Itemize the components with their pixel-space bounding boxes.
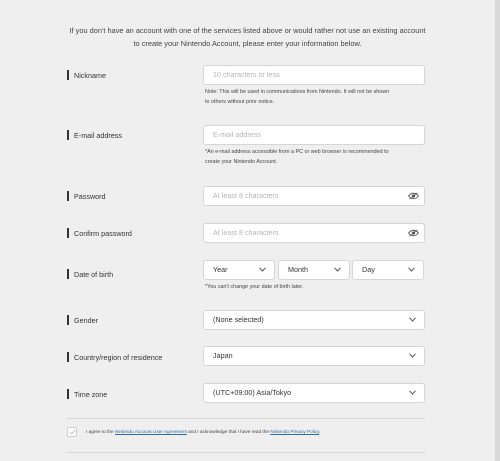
intro-line-1: If you don't have an account with one of… [69,26,426,35]
nickname-note-line-2: to others without prior notice. [205,98,275,105]
country-label: Country/region of residence [67,352,162,362]
privacy-policy-link[interactable]: Nintendo Privacy Policy [270,429,319,434]
dob-day-value: Day [362,265,375,274]
user-agreement-link[interactable]: Nintendo Account User Agreement [115,429,187,434]
dob-day-select[interactable]: Day [352,260,424,280]
confirm-password-placeholder: At least 8 characters [213,228,279,237]
dob-month-value: Month [288,265,308,274]
chevron-down-icon [408,267,415,272]
country-value: Japan [213,351,233,360]
email-label: E-mail address [67,130,122,140]
agree-checkbox[interactable] [67,427,77,437]
password-label: Password [67,191,106,201]
timezone-label: Time zone [67,389,107,399]
password-placeholder: At least 8 characters [213,191,279,200]
dob-month-select[interactable]: Month [278,260,350,280]
nickname-label: Nickname [67,70,106,80]
intro-text: If you don't have an account with one of… [60,24,435,50]
page-edge [495,0,500,461]
agreement-text: I agree to the Nintendo Account User Agr… [86,429,320,434]
confirm-password-label: Confirm password [67,228,132,238]
agreement-prefix: I agree to the [86,429,115,434]
password-field[interactable]: At least 8 characters [203,186,425,206]
dob-year-value: Year [213,265,228,274]
dob-note: *You can't change your date of birth lat… [205,284,304,290]
nickname-placeholder: 10 characters or less [213,70,280,79]
nickname-input[interactable]: 10 characters or less [203,65,425,85]
email-field[interactable]: E-mail address [203,125,425,145]
email-placeholder: E-mail address [213,130,261,139]
email-note: *An e-mail address accessible from a PC … [205,148,430,167]
email-note-line-1: *An e-mail address accessible from a PC … [205,149,389,155]
eye-icon[interactable] [408,229,419,237]
chevron-down-icon [259,267,266,272]
chevron-down-icon [409,390,416,395]
gender-select[interactable]: (None selected) [203,310,425,330]
check-icon [69,429,76,435]
gender-label: Gender [67,315,98,325]
divider [67,452,425,453]
confirm-password-field[interactable]: At least 8 characters [203,223,425,243]
agreement-middle: and I acknowledge that I have read the [186,429,271,434]
timezone-value: (UTC+09:00) Asia/Tokyo [213,388,292,397]
email-note-line-2: create your Nintendo Account. [205,158,278,165]
intro-line-2: to create your Nintendo Account, please … [133,39,362,48]
agreement-suffix: . [319,429,321,434]
dob-year-select[interactable]: Year [203,260,275,280]
chevron-down-icon [409,317,416,322]
chevron-down-icon [409,353,416,358]
eye-icon[interactable] [408,192,419,200]
dob-label: Date of birth [67,269,113,279]
country-select[interactable]: Japan [203,346,425,366]
nickname-note: Note: This will be used in communication… [205,88,430,107]
chevron-down-icon [334,267,341,272]
gender-value: (None selected) [213,315,264,324]
nickname-note-line-1: Note: This will be used in communication… [205,89,390,95]
divider [67,418,425,419]
timezone-select[interactable]: (UTC+09:00) Asia/Tokyo [203,383,425,403]
